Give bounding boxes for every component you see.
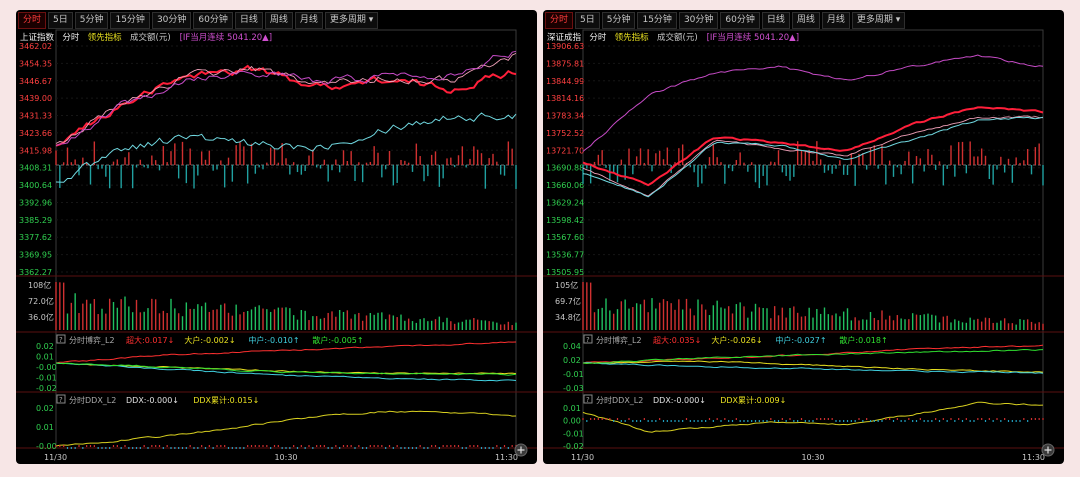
indicator1-label: 分时博弈_L2 — [596, 335, 642, 345]
price-axis-tick: 3362.27 — [19, 268, 52, 277]
legend-futures: [IF当月连续 5041.20▲] — [180, 32, 272, 43]
indicator2-value-1: DDX累计:0.015↓ — [193, 395, 259, 405]
legend-futures: [IF当月连续 5041.20▲] — [707, 32, 799, 43]
indicator1-line-2 — [582, 362, 1044, 374]
indicator2-axis-tick: 0.01 — [563, 404, 581, 413]
price-axis-tick: 13721.70 — [546, 146, 584, 155]
price-axis-tick: 3369.95 — [19, 251, 52, 260]
legend-volume-unit: 成交额(元) — [130, 32, 171, 43]
price-axis-tick: 13567.60 — [546, 233, 584, 242]
indicator2-axis-tick: -0.00 — [36, 442, 57, 451]
indicator1-label: 分时博弈_L2 — [69, 335, 115, 345]
legend-mode: 分时 — [62, 32, 80, 43]
price-axis-tick: 3392.96 — [19, 198, 52, 207]
price-axis-tick: 3385.29 — [19, 216, 52, 225]
time-label-start: 11/30 — [44, 453, 67, 462]
price-axis-tick: 3400.64 — [19, 181, 52, 190]
indicator1-value-0: 超大:0.035↓ — [653, 335, 701, 345]
series-line-0 — [55, 64, 517, 147]
indicator1-axis-tick: -0.03 — [563, 384, 584, 393]
indicator-help-glyph: ? — [586, 336, 590, 344]
indicator1-axis-tick: -0.00 — [36, 363, 57, 372]
time-label-start: 11/30 — [571, 453, 594, 462]
volume-axis-tick: 69.7亿 — [555, 296, 581, 306]
ddx-cumulative-line — [55, 410, 517, 447]
price-axis-tick: 3423.66 — [19, 129, 52, 138]
legend-volume-unit: 成交额(元) — [657, 32, 698, 43]
price-axis-tick: 3408.31 — [19, 164, 52, 173]
indicator-help-glyph: ? — [59, 396, 63, 404]
indicator1-value-3: 散户:-0.005↑ — [312, 335, 363, 345]
price-axis-tick: 3439.00 — [19, 94, 52, 103]
time-label-end: 11:30 — [495, 453, 518, 462]
indicator1-value-3: 散户:0.018↑ — [839, 335, 887, 345]
price-axis-tick: 13629.24 — [546, 198, 584, 207]
indicator-help-glyph: ? — [59, 336, 63, 344]
price-axis-tick: 13814.16 — [546, 94, 584, 103]
price-axis-tick: 3431.33 — [19, 112, 52, 121]
ddx-cumulative-line — [582, 401, 1044, 433]
series-line-2 — [55, 112, 517, 183]
indicator2-label: 分时DDX_L2 — [596, 395, 643, 405]
price-axis-tick: 3446.67 — [19, 77, 52, 86]
indicator2-label: 分时DDX_L2 — [69, 395, 116, 405]
indicator1-line-1 — [582, 360, 1044, 373]
price-axis-tick: 13536.77 — [546, 251, 584, 260]
indicator1-value-1: 大户:-0.002↓ — [184, 335, 235, 345]
legend-leading-indicator: 领先指标 — [615, 32, 650, 43]
price-axis-tick: 13844.99 — [546, 77, 584, 86]
indicator1-axis-tick: 0.01 — [36, 353, 54, 362]
indicator1-axis-tick: -0.01 — [563, 370, 584, 379]
legend-leading-indicator: 领先指标 — [88, 32, 123, 43]
sh-index-panel: 分时 5日 5分钟 15分钟 30分钟 60分钟 日线 周线 月线 更多周期 ▾… — [16, 10, 537, 464]
legend-mode: 分时 — [589, 32, 607, 43]
price-axis-tick: 13875.81 — [546, 59, 584, 68]
indicator1-line-0 — [55, 341, 517, 364]
indicator1-line-3 — [582, 348, 1044, 364]
volume-axis-tick: 72.0亿 — [28, 296, 54, 306]
indicator2-axis-tick: 0.00 — [563, 417, 581, 426]
series-line-0 — [582, 106, 1044, 187]
price-axis-tick: 13660.06 — [546, 181, 584, 190]
indicator1-value-2: 中户:-0.010↑ — [248, 335, 299, 345]
time-label-mid: 10:30 — [801, 453, 824, 462]
price-axis-tick: 13690.88 — [546, 164, 584, 173]
indicator2-axis-tick: -0.02 — [563, 442, 584, 451]
indicator2-axis-tick: 0.01 — [36, 423, 54, 432]
time-label-mid: 10:30 — [274, 453, 297, 462]
indicator2-value-0: DDX:-0.000↓ — [126, 396, 179, 405]
indicator1-value-1: 大户:-0.026↓ — [711, 335, 762, 345]
price-axis-tick: 3454.35 — [19, 59, 52, 68]
price-axis-tick: 3377.62 — [19, 233, 52, 242]
price-axis-tick: 13752.52 — [546, 129, 584, 138]
price-axis-tick: 3415.98 — [19, 146, 52, 155]
sz-intraday-chart: 深证成指 分时 领先指标 成交额(元) [IF当月连续 5041.20▲]13906.6… — [543, 29, 1064, 462]
indicator1-axis-tick: 0.02 — [563, 356, 581, 365]
indicator2-axis-tick: -0.01 — [563, 429, 584, 438]
indicator1-value-0: 超大:0.017↓ — [126, 335, 174, 345]
series-line-2 — [582, 54, 1044, 152]
sz-index-panel: 分时 5日 5分钟 15分钟 30分钟 60分钟 日线 周线 月线 更多周期 ▾… — [543, 10, 1064, 464]
price-axis-tick: 13783.34 — [546, 112, 584, 121]
price-axis-tick: 3462.02 — [19, 42, 52, 51]
sh-intraday-chart: 上证指数 分时 领先指标 成交额(元) [IF当月连续 5041.20▲]3462.02… — [16, 29, 537, 462]
volume-axis-tick: 105亿 — [555, 280, 578, 290]
indicator2-value-1: DDX累计:0.009↓ — [720, 395, 786, 405]
price-axis-tick: 13906.63 — [546, 42, 584, 51]
volume-axis-tick: 34.8亿 — [555, 312, 581, 322]
price-axis-tick: 13598.42 — [546, 216, 584, 225]
volume-axis-tick: 108亿 — [28, 280, 51, 290]
indicator2-axis-tick: 0.02 — [36, 404, 54, 413]
indicator1-axis-tick: -0.01 — [36, 374, 57, 383]
price-axis-tick: 13505.95 — [546, 268, 584, 277]
indicator2-value-0: DDX:-0.000↓ — [653, 396, 706, 405]
time-label-end: 11:30 — [1022, 453, 1045, 462]
indicator1-axis-tick: 0.04 — [563, 342, 581, 351]
indicator1-axis-tick: 0.02 — [36, 342, 54, 351]
indicator1-axis-tick: -0.02 — [36, 384, 57, 393]
indicator1-value-2: 中户:-0.027↑ — [775, 335, 826, 345]
volume-axis-tick: 36.0亿 — [28, 312, 54, 322]
indicator-help-glyph: ? — [586, 396, 590, 404]
